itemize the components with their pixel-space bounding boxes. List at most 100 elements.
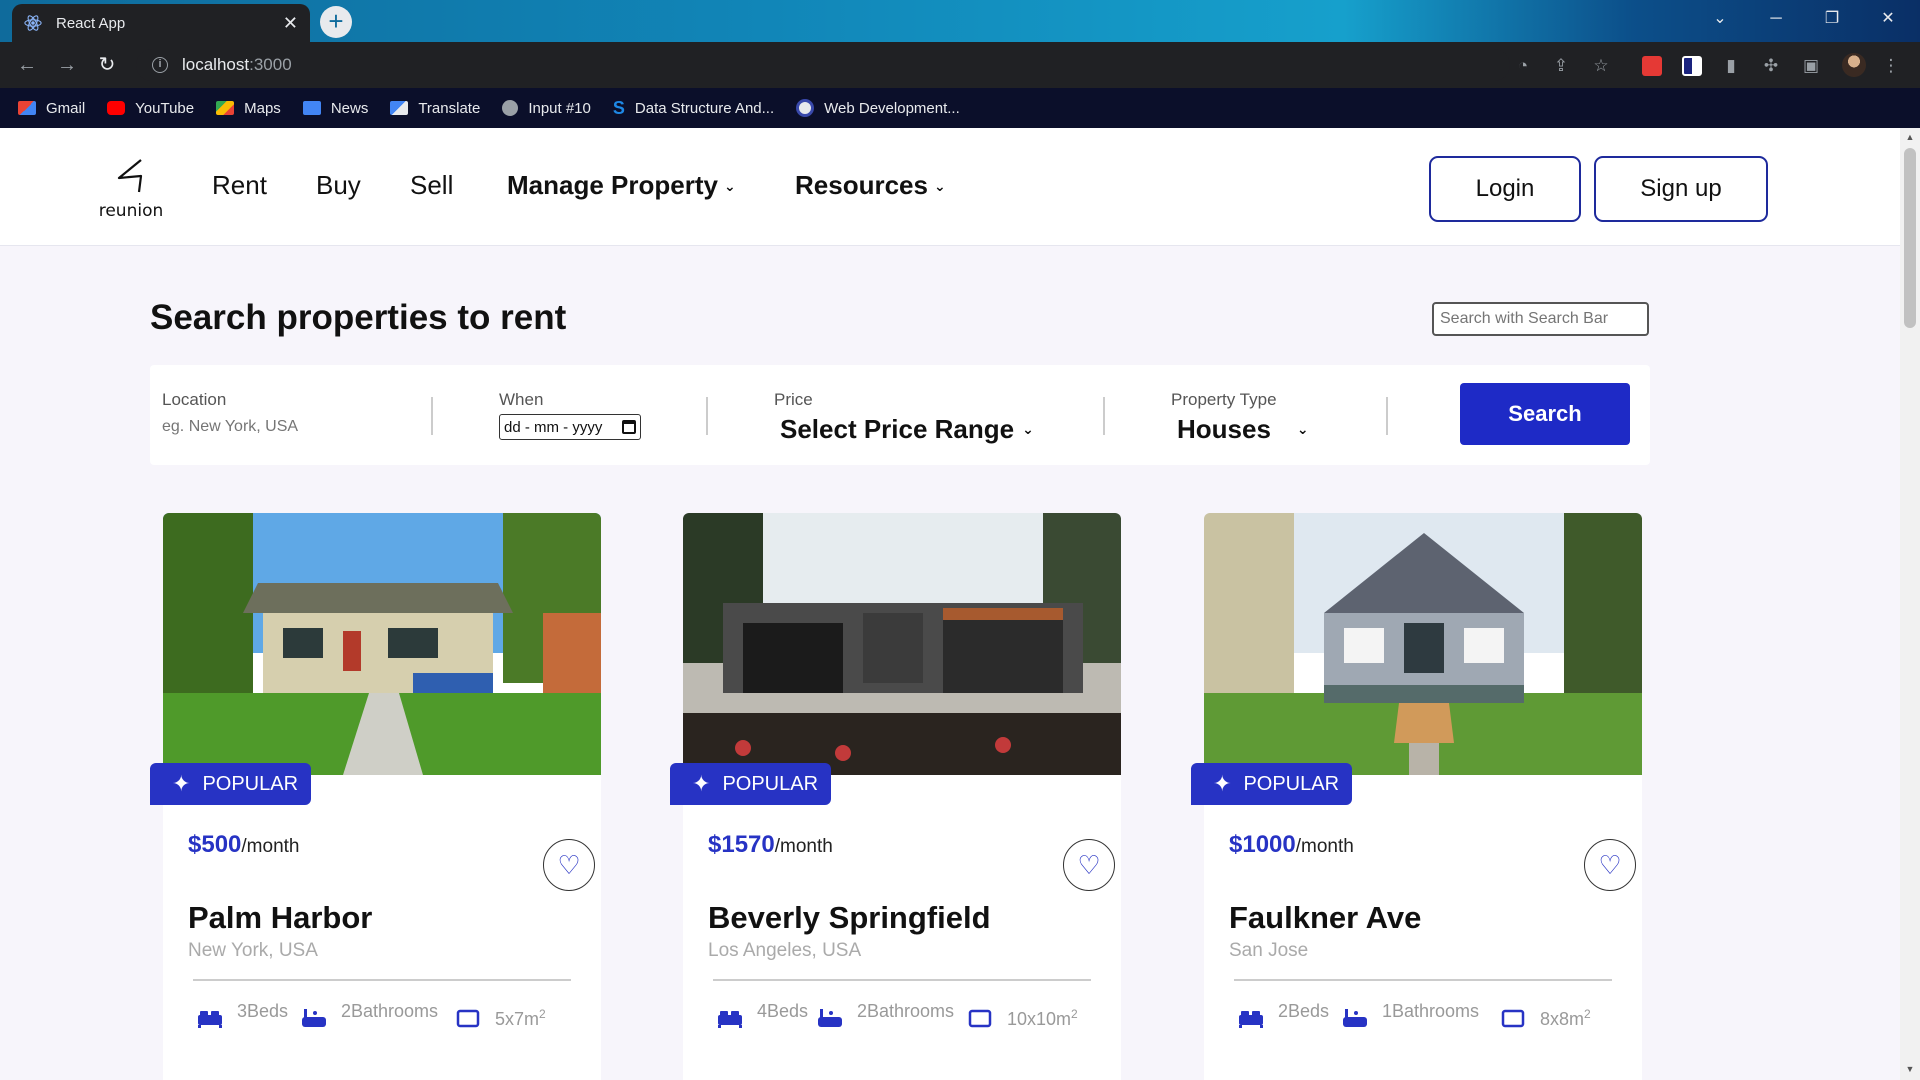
- stats-icon[interactable]: ▮: [1720, 55, 1742, 77]
- property-location: San Jose: [1229, 940, 1309, 961]
- property-card[interactable]: ✦ POPULAR $1570/month ♡ Beverly Springfi…: [670, 513, 1121, 1080]
- beds-spec: 3Beds: [197, 1001, 288, 1029]
- property-name[interactable]: Palm Harbor: [188, 900, 372, 936]
- price-select[interactable]: Select Price Range ⌄: [780, 414, 1034, 445]
- forward-icon[interactable]: →: [54, 52, 80, 78]
- area-value: 8x8m: [1540, 1009, 1585, 1029]
- type-label: Property Type: [1171, 390, 1277, 409]
- translate-icon: [390, 101, 409, 115]
- price-label: Price: [774, 390, 813, 409]
- divider: [706, 397, 708, 435]
- extension-red-icon[interactable]: [1642, 56, 1662, 76]
- close-window-icon[interactable]: ✕: [1860, 0, 1916, 38]
- bookmark-news[interactable]: News: [302, 100, 368, 117]
- area-value: 5x7m: [495, 1009, 540, 1029]
- restore-icon[interactable]: ❐: [1804, 0, 1860, 38]
- performance-icon[interactable]: ◔: [1512, 55, 1534, 77]
- sparkle-icon: ✦: [1213, 771, 1232, 796]
- scroll-down-icon[interactable]: ▼: [1905, 1064, 1915, 1074]
- browser-tab[interactable]: React App ✕: [12, 4, 310, 42]
- type-select[interactable]: Houses ⌄: [1177, 414, 1309, 445]
- s-icon: S: [612, 98, 625, 118]
- bookmark-star-icon[interactable]: ☆: [1590, 55, 1612, 77]
- extensions-puzzle-icon[interactable]: ✣: [1760, 55, 1782, 77]
- area-spec: 10x10m2: [967, 1001, 1078, 1030]
- calendar-icon[interactable]: [622, 420, 636, 434]
- page-title: Search properties to rent: [150, 298, 567, 337]
- favorite-heart-icon[interactable]: ♡: [1584, 839, 1636, 891]
- profile-avatar[interactable]: [1842, 53, 1866, 77]
- url-port: :3000: [249, 55, 292, 74]
- logo-text: reunion: [98, 201, 164, 221]
- favorite-heart-icon[interactable]: ♡: [543, 839, 595, 891]
- property-card[interactable]: ✦ POPULAR $500/month ♡ Palm Harbor New Y…: [150, 513, 601, 1080]
- popular-badge: ✦ POPULAR: [670, 763, 831, 805]
- bookmark-youtube[interactable]: YouTube: [107, 100, 194, 117]
- nav-resources-label: Resources: [795, 170, 928, 200]
- signup-button[interactable]: Sign up: [1594, 156, 1768, 222]
- nav-resources[interactable]: Resources ⌄: [795, 170, 946, 201]
- address-bar[interactable]: i localhost :3000: [136, 49, 1510, 81]
- beds-spec: 2Beds: [1238, 1001, 1329, 1029]
- property-price: $1570/month: [708, 831, 833, 859]
- bookmark-gmail[interactable]: Gmail: [18, 100, 85, 117]
- bookmark-dsa[interactable]: S Data Structure And...: [612, 98, 775, 118]
- web-icon: [796, 99, 815, 117]
- area-exponent: 2: [1071, 1007, 1078, 1021]
- sparkle-icon: ✦: [172, 771, 191, 796]
- globe-icon: [502, 100, 519, 116]
- maps-icon: [216, 101, 235, 115]
- reload-icon[interactable]: ↻: [94, 52, 120, 78]
- bookmark-label: Web Development...: [824, 99, 960, 117]
- nav-buy[interactable]: Buy: [316, 170, 361, 201]
- when-label: When: [499, 390, 544, 409]
- nav-manage-property[interactable]: Manage Property ⌄: [507, 170, 736, 201]
- favorite-heart-icon[interactable]: ♡: [1063, 839, 1115, 891]
- tab-close-icon[interactable]: ✕: [283, 13, 298, 34]
- chevron-down-icon: ⌄: [933, 178, 946, 194]
- property-location: New York, USA: [188, 940, 318, 961]
- bookmark-label: Maps: [244, 99, 281, 117]
- nav-sell[interactable]: Sell: [410, 170, 453, 201]
- property-card[interactable]: ✦ POPULAR $1000/month ♡ Faulkner Ave San…: [1191, 513, 1642, 1080]
- price-amount: $1570: [708, 831, 775, 858]
- bathtub-icon: [818, 1009, 842, 1027]
- back-icon[interactable]: ←: [14, 52, 40, 78]
- tab-search-icon[interactable]: ⌄: [1692, 0, 1748, 38]
- property-location: Los Angeles, USA: [708, 940, 862, 961]
- tab-title: React App: [56, 14, 126, 32]
- bookmark-input10[interactable]: Input #10: [502, 100, 591, 117]
- page-scrollbar[interactable]: ▲ ▼: [1900, 128, 1920, 1080]
- property-photo: [683, 513, 1121, 775]
- search-input[interactable]: [1432, 302, 1649, 336]
- nav-rent[interactable]: Rent: [212, 170, 267, 201]
- search-button[interactable]: Search: [1460, 383, 1630, 445]
- side-panel-icon[interactable]: ▣: [1800, 55, 1822, 77]
- new-tab-button[interactable]: +: [320, 6, 352, 38]
- location-input[interactable]: [162, 418, 402, 436]
- type-filter: Property Type Houses ⌄: [1171, 390, 1309, 445]
- property-name[interactable]: Faulkner Ave: [1229, 900, 1421, 936]
- popular-badge: ✦ POPULAR: [150, 763, 311, 805]
- baths-text: 1Bathrooms: [1382, 1001, 1480, 1021]
- logo[interactable]: reunion: [98, 158, 164, 221]
- scroll-up-icon[interactable]: ▲: [1905, 132, 1915, 142]
- chevron-down-icon: ⌄: [723, 178, 736, 194]
- bookmarks-bar: Gmail YouTube Maps News Translate Input …: [0, 88, 1920, 128]
- site-info-icon[interactable]: i: [152, 57, 168, 73]
- menu-dots-icon[interactable]: ⋮: [1880, 55, 1902, 77]
- bookmark-translate[interactable]: Translate: [390, 100, 480, 117]
- scrollbar-thumb[interactable]: [1904, 148, 1916, 328]
- price-amount: $500: [188, 831, 242, 858]
- extension-flag-icon[interactable]: [1682, 56, 1702, 76]
- beds-spec: 4Beds: [717, 1001, 808, 1029]
- bookmark-label: Data Structure And...: [634, 99, 775, 117]
- bookmark-maps[interactable]: Maps: [216, 100, 281, 117]
- login-button[interactable]: Login: [1429, 156, 1581, 222]
- property-name[interactable]: Beverly Springfield: [708, 900, 991, 936]
- divider: [1386, 397, 1388, 435]
- date-input[interactable]: dd - mm - yyyy: [499, 414, 641, 440]
- share-icon[interactable]: ⇪: [1550, 55, 1572, 77]
- bookmark-webdev[interactable]: Web Development...: [796, 99, 960, 117]
- minimize-icon[interactable]: ─: [1748, 0, 1804, 38]
